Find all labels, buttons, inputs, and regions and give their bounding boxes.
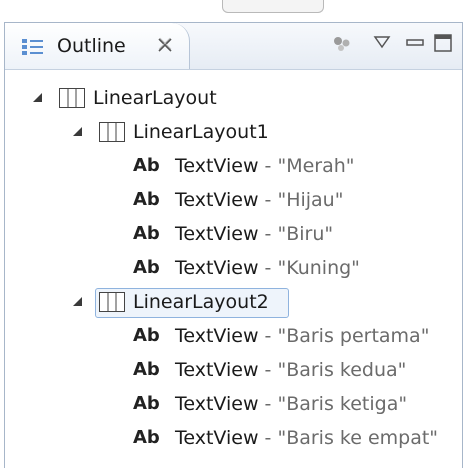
separator: -	[258, 427, 278, 449]
separator: -	[258, 359, 278, 381]
view-menu-icon[interactable]	[373, 35, 391, 49]
widget-name: TextView	[175, 393, 259, 415]
maximize-icon[interactable]	[433, 33, 453, 53]
widget-name: TextView	[175, 223, 259, 245]
widget-name: TextView	[175, 427, 259, 449]
linear-layout-icon	[99, 122, 125, 142]
outline-tree[interactable]: LinearLayout LinearLayout1 Ab TextView -…	[5, 69, 462, 468]
textview-type-icon: Ab	[133, 155, 160, 176]
tab-title: Outline	[57, 35, 126, 57]
textview-type-icon: Ab	[133, 223, 160, 244]
textview-type-icon: Ab	[133, 393, 160, 414]
tree-node-root[interactable]: LinearLayout	[5, 83, 445, 113]
outline-view: Outline LinearLayout LinearLayout1 Ab Te…	[4, 22, 463, 468]
separator: -	[258, 393, 278, 415]
text-value: "Baris kedua"	[277, 359, 407, 381]
text-value: "Merah"	[277, 155, 355, 177]
textview-type-icon: Ab	[133, 359, 160, 380]
separator: -	[258, 189, 278, 211]
text-value: "Kuning"	[277, 257, 360, 279]
textview-type-icon: Ab	[133, 189, 160, 210]
separator: -	[258, 325, 278, 347]
widget-name: TextView	[175, 359, 259, 381]
textview-type-icon: Ab	[133, 427, 160, 448]
text-value: "Baris ke empat"	[277, 427, 439, 449]
separator: -	[258, 223, 278, 245]
text-value: "Baris pertama"	[277, 325, 430, 347]
outline-icon	[22, 39, 43, 55]
separator: -	[258, 155, 278, 177]
view-title-bar: Outline	[5, 23, 462, 70]
tree-node-label: LinearLayout1	[133, 121, 269, 143]
tree-leaf-textview[interactable]: Ab TextView - "Merah"	[5, 151, 455, 181]
tree-leaf-textview[interactable]: Ab TextView - "Hijau"	[5, 185, 455, 215]
tree-leaf-textview[interactable]: Ab TextView - "Kuning"	[5, 253, 455, 283]
tree-leaf-textview[interactable]: Ab TextView - "Baris ketiga"	[5, 389, 457, 419]
widget-name: TextView	[175, 189, 259, 211]
tree-node-group-selected[interactable]: LinearLayout2	[5, 287, 445, 318]
tree-leaf-textview[interactable]: Ab TextView - "Baris pertama"	[5, 321, 457, 351]
textview-type-icon: Ab	[133, 325, 160, 346]
tree-leaf-textview[interactable]: Ab TextView - "Baris ke empat"	[5, 423, 457, 453]
textview-type-icon: Ab	[133, 257, 160, 278]
widget-name: TextView	[175, 325, 259, 347]
tab-outline[interactable]: Outline	[5, 23, 190, 69]
tree-leaf-textview[interactable]: Ab TextView - "Baris kedua"	[5, 355, 457, 385]
linear-layout-icon	[99, 292, 125, 312]
separator: -	[258, 257, 278, 279]
text-value: "Hijau"	[277, 189, 344, 211]
tree-node-group[interactable]: LinearLayout1	[5, 117, 445, 147]
sort-icon[interactable]	[331, 33, 353, 55]
close-icon[interactable]	[155, 35, 175, 55]
text-value: "Baris ketiga"	[277, 393, 408, 415]
editor-tab-edge	[222, 0, 324, 13]
expanded-twisty-icon[interactable]	[33, 93, 42, 102]
tree-node-label: LinearLayout	[93, 87, 217, 109]
widget-name: TextView	[175, 257, 259, 279]
linear-layout-icon	[59, 88, 85, 108]
tree-leaf-textview[interactable]: Ab TextView - "Biru"	[5, 219, 455, 249]
text-value: "Biru"	[277, 223, 334, 245]
tree-node-label: LinearLayout2	[133, 291, 269, 313]
widget-name: TextView	[175, 155, 259, 177]
minimize-icon[interactable]	[405, 35, 425, 49]
expanded-twisty-icon[interactable]	[73, 297, 82, 306]
top-strip	[0, 0, 468, 22]
expanded-twisty-icon[interactable]	[73, 127, 82, 136]
